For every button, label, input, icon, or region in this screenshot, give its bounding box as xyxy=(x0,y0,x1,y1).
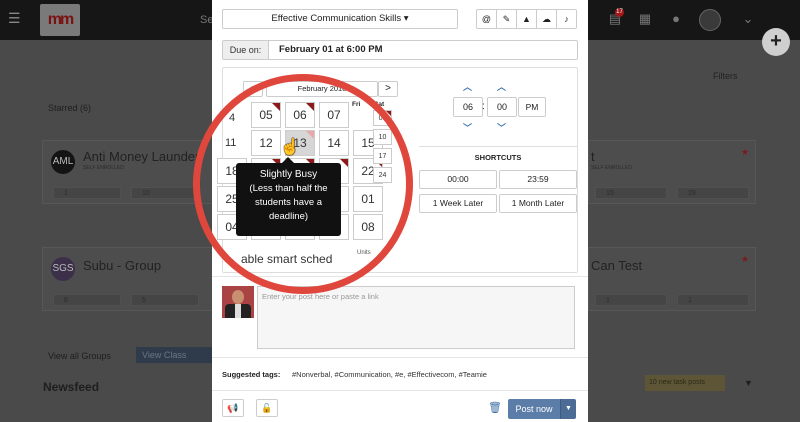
topic-label: Effective Communication Skills xyxy=(271,13,402,24)
chevron-down-icon[interactable]: ⌄ xyxy=(740,11,756,27)
topic-dropdown[interactable]: Effective Communication Skills ▾ xyxy=(222,9,458,29)
star-icon[interactable]: ★ xyxy=(741,254,749,265)
user-avatar[interactable] xyxy=(699,9,721,31)
shortcut-month-later-button[interactable]: 1 Month Later xyxy=(499,194,577,213)
card-stat-chip: 1 xyxy=(53,187,121,199)
view-all-groups-link[interactable]: View all Groups xyxy=(48,351,111,361)
globe-icon[interactable]: ● xyxy=(668,11,684,27)
card-title: Can Test xyxy=(591,258,643,273)
post-input[interactable]: Enter your post here or paste a link xyxy=(257,286,575,349)
hand-cursor-icon: ☝ xyxy=(280,139,300,156)
avatar-face xyxy=(232,290,244,304)
drive-icon[interactable]: ▲ xyxy=(516,9,537,29)
star-icon[interactable]: ★ xyxy=(741,147,749,158)
card-subtitle: SELF ENROLLED xyxy=(591,165,632,171)
hour-up-icon[interactable]: ︿ xyxy=(463,80,472,93)
suggested-tags-list[interactable]: #Nonverbal, #Communication, #e, #Effecti… xyxy=(292,370,487,379)
next-month-button[interactable]: > xyxy=(378,81,398,97)
card-stat-chip: 15 xyxy=(595,187,667,199)
post-now-button[interactable]: Post now xyxy=(508,399,560,419)
calendar-icon[interactable]: ▦ xyxy=(637,11,653,27)
card-avatar: SGS xyxy=(51,257,75,281)
megaphone-icon[interactable]: 📢 xyxy=(222,399,244,417)
card-stat-chip: 6 xyxy=(53,294,121,306)
due-value: February 01 at 6:00 PM xyxy=(279,44,383,55)
card-stat-chip: 5 xyxy=(131,294,199,306)
avatar-shirt xyxy=(235,304,241,318)
hour-field[interactable]: 06 xyxy=(453,97,483,117)
card-title: Anti Money Launder xyxy=(83,149,200,164)
composer-avatar xyxy=(222,286,254,318)
due-date-field[interactable]: Due on: February 01 at 6:00 PM xyxy=(222,40,578,60)
group-card[interactable]: SGS Subu - Group 6 5 xyxy=(42,247,214,311)
unlock-icon[interactable]: 🔓 xyxy=(256,399,278,417)
trash-icon[interactable]: 🗑 xyxy=(488,401,502,414)
mic-icon[interactable]: ♪ xyxy=(556,9,577,29)
time-separator: : xyxy=(482,101,485,112)
tooltip-body: (Less than half the students have a dead… xyxy=(249,183,328,222)
hamburger-menu-icon[interactable]: ☰ xyxy=(8,11,22,25)
shortcut-week-later-button[interactable]: 1 Week Later xyxy=(419,194,497,213)
card-stat-chip: 1 xyxy=(595,294,667,306)
newsfeed-heading: Newsfeed xyxy=(43,380,100,394)
post-options-caret-icon[interactable]: ▼ xyxy=(560,399,576,419)
card-stat-chip: 1 xyxy=(677,294,749,306)
caret-down-icon: ▾ xyxy=(403,13,409,24)
starred-header[interactable]: Starred (6) xyxy=(48,103,91,113)
hour-down-icon[interactable]: ﹀ xyxy=(463,121,472,134)
group-card[interactable]: Can Test ★ 1 1 xyxy=(588,247,756,311)
filter-icon[interactable]: ▼ xyxy=(744,378,753,388)
card-title: t xyxy=(591,149,595,164)
attachment-toolbar: @ ✎ ▲ ☁ ♪ xyxy=(476,9,577,29)
card-stat-chip: 28 xyxy=(677,187,749,199)
card-subtitle: SELF ENROLLED xyxy=(83,165,124,171)
paperclip-icon[interactable]: ✎ xyxy=(496,9,517,29)
group-card[interactable]: t SELF ENROLLED ★ 15 28 xyxy=(588,140,756,204)
ampm-toggle-button[interactable]: PM xyxy=(518,97,546,117)
add-fab-button[interactable]: + xyxy=(762,28,790,56)
tooltip-title: Slightly Busy xyxy=(259,169,318,180)
minute-down-icon[interactable]: ﹀ xyxy=(497,121,506,134)
card-title: Subu - Group xyxy=(83,258,162,273)
shortcut-midnight-button[interactable]: 00:00 xyxy=(419,170,497,189)
group-card[interactable]: AML Anti Money Launder SELF ENROLLED 1 1… xyxy=(42,140,214,204)
minute-field[interactable]: 00 xyxy=(487,97,517,117)
due-label: Due on: xyxy=(223,41,269,59)
minute-up-icon[interactable]: ︿ xyxy=(497,80,506,93)
divider xyxy=(212,357,588,358)
shortcut-end-of-day-button[interactable]: 23:59 xyxy=(499,170,577,189)
cloud-icon[interactable]: ☁ xyxy=(536,9,557,29)
suggested-tags-label: Suggested tags: xyxy=(222,370,281,379)
view-class-catalog-button[interactable]: View Class Catalo xyxy=(136,347,212,363)
divider xyxy=(419,146,577,147)
app-logo[interactable]: mm xyxy=(40,4,80,36)
filters-button[interactable]: Filters xyxy=(713,71,738,81)
card-stat-chip: 10 xyxy=(131,187,199,199)
notification-count-badge: 17 xyxy=(615,8,624,17)
divider xyxy=(212,390,588,391)
card-avatar: AML xyxy=(51,150,75,174)
new-posts-badge[interactable]: 10 new task posts xyxy=(645,375,725,391)
at-icon[interactable]: @ xyxy=(476,9,497,29)
shortcuts-heading: SHORTCUTS xyxy=(474,153,522,162)
busy-tooltip: Slightly Busy (Less than half the studen… xyxy=(236,163,341,236)
